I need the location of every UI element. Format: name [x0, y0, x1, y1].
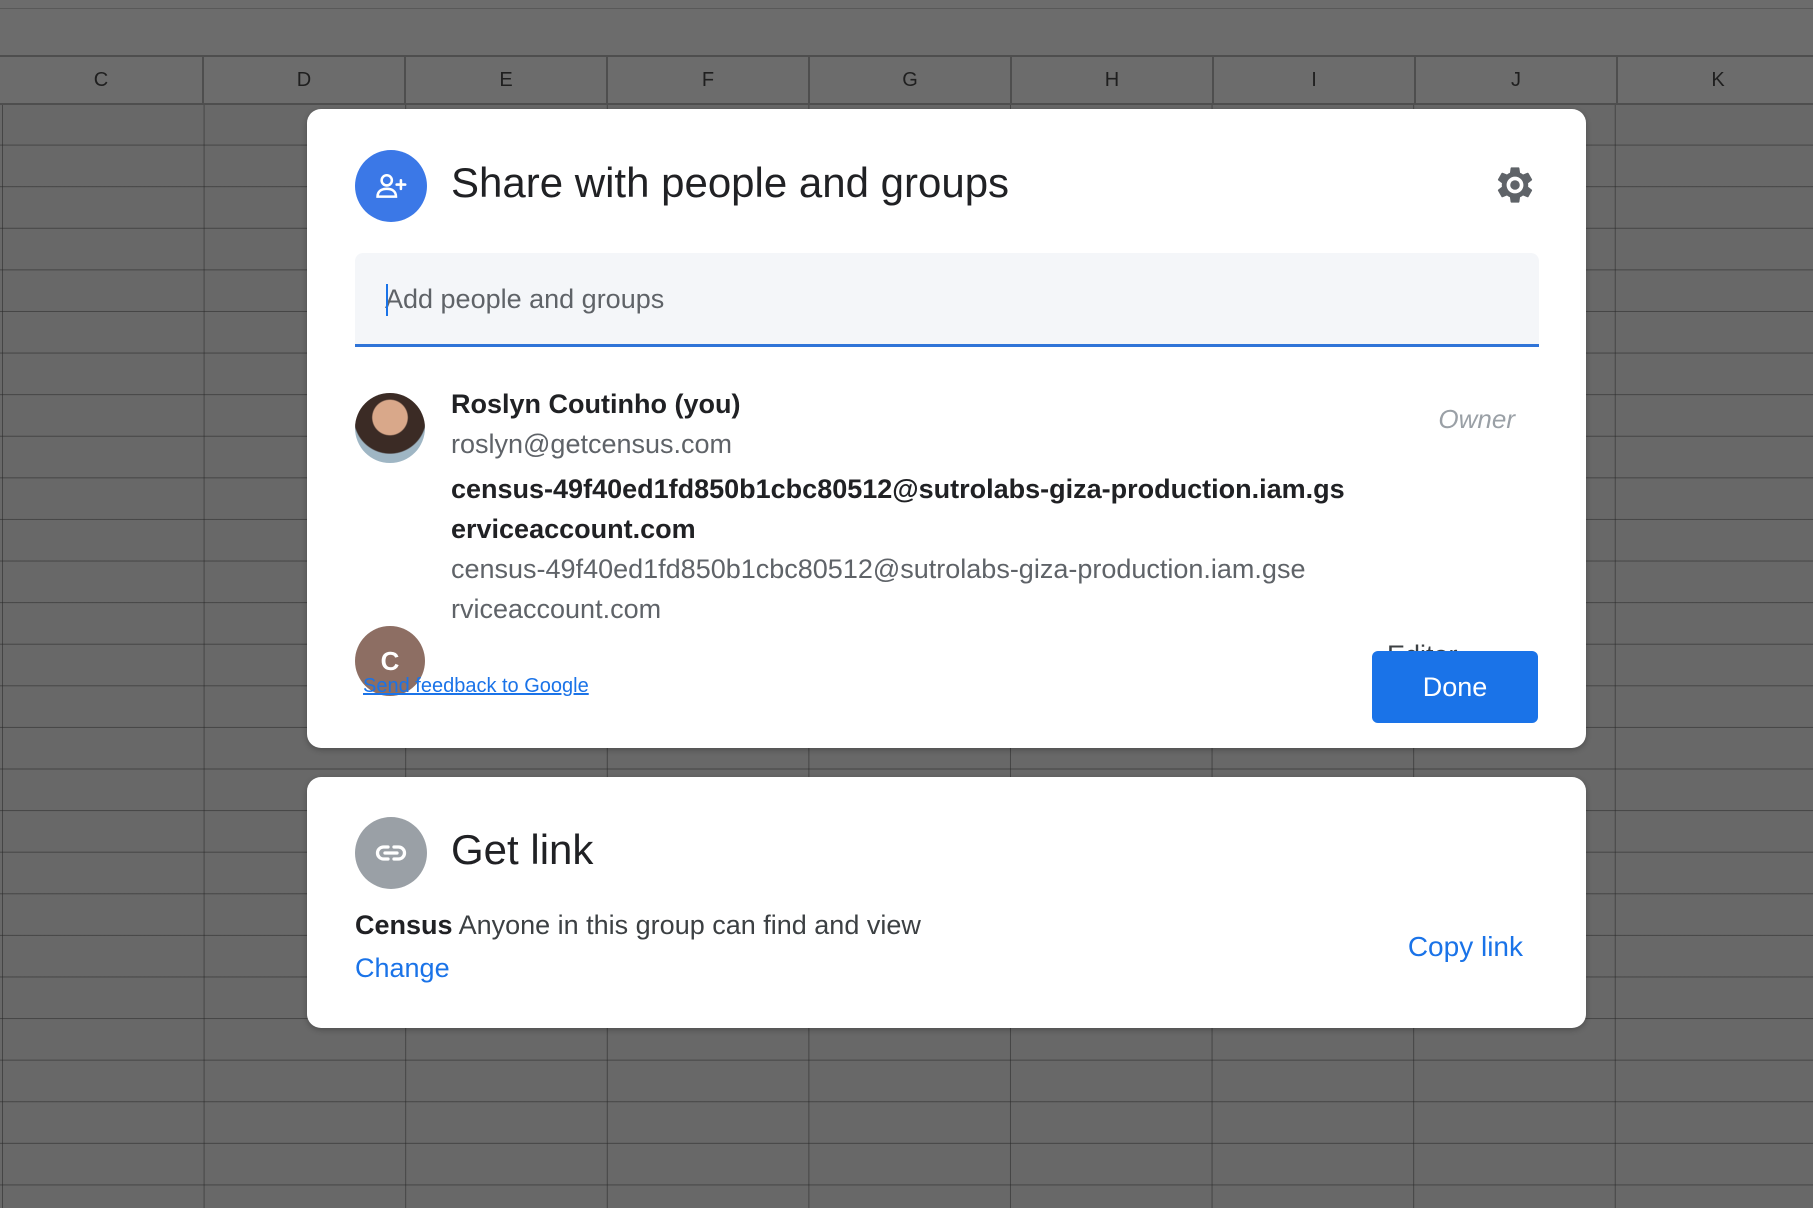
- person-name-line-1: census-49f40ed1fd850b1cbc80512@sutrolabs…: [451, 474, 1345, 504]
- column-header-d[interactable]: D: [202, 57, 404, 103]
- link-group-name: Census: [355, 910, 453, 940]
- add-people-field[interactable]: [355, 253, 1539, 347]
- role-label-owner: Owner: [1438, 404, 1515, 434]
- add-people-input[interactable]: [385, 275, 1505, 323]
- dialog-title: Get link: [451, 826, 594, 873]
- dialog-title: Share with people and groups: [451, 159, 1010, 206]
- column-header-c[interactable]: C: [0, 57, 202, 103]
- column-header-i[interactable]: I: [1212, 57, 1414, 103]
- person-email: roslyn@getcensus.com: [451, 429, 733, 459]
- column-header-j[interactable]: J: [1414, 57, 1616, 103]
- done-button[interactable]: Done: [1372, 651, 1538, 723]
- column-header-g[interactable]: G: [808, 57, 1010, 103]
- gear-icon[interactable]: [1491, 161, 1539, 209]
- share-dialog: Share with people and groups Roslyn Cout…: [307, 109, 1586, 748]
- spreadsheet-toolbar: [0, 0, 1813, 57]
- person-email-line-1: census-49f40ed1fd850b1cbc80512@sutrolabs…: [451, 554, 1306, 584]
- person-name-line-2: erviceaccount.com: [451, 514, 696, 544]
- person-add-icon: [355, 150, 427, 222]
- column-header-f[interactable]: F: [606, 57, 808, 103]
- link-access-text: Anyone in this group can find and view: [458, 910, 921, 940]
- send-feedback-link[interactable]: Send feedback to Google: [363, 675, 589, 698]
- person-email-line-2: rviceaccount.com: [451, 594, 662, 624]
- column-headers: C D E F G H I J K: [0, 57, 1813, 105]
- change-link-button[interactable]: Change: [355, 953, 450, 984]
- column-header-k[interactable]: K: [1616, 57, 1813, 103]
- text-caret: [386, 284, 388, 316]
- get-link-dialog: Get link Census Anyone in this group can…: [307, 777, 1586, 1028]
- link-access-description: Census Anyone in this group can find and…: [355, 910, 921, 941]
- column-header-e[interactable]: E: [404, 57, 606, 103]
- copy-link-button[interactable]: Copy link: [1408, 931, 1523, 963]
- link-icon: [355, 817, 427, 889]
- avatar: [355, 393, 425, 463]
- column-header-h[interactable]: H: [1010, 57, 1212, 103]
- person-name: Roslyn Coutinho (you): [451, 389, 741, 419]
- person-row-editor: C census-49f40ed1fd850b1cbc80512@sutrola…: [355, 469, 1539, 749]
